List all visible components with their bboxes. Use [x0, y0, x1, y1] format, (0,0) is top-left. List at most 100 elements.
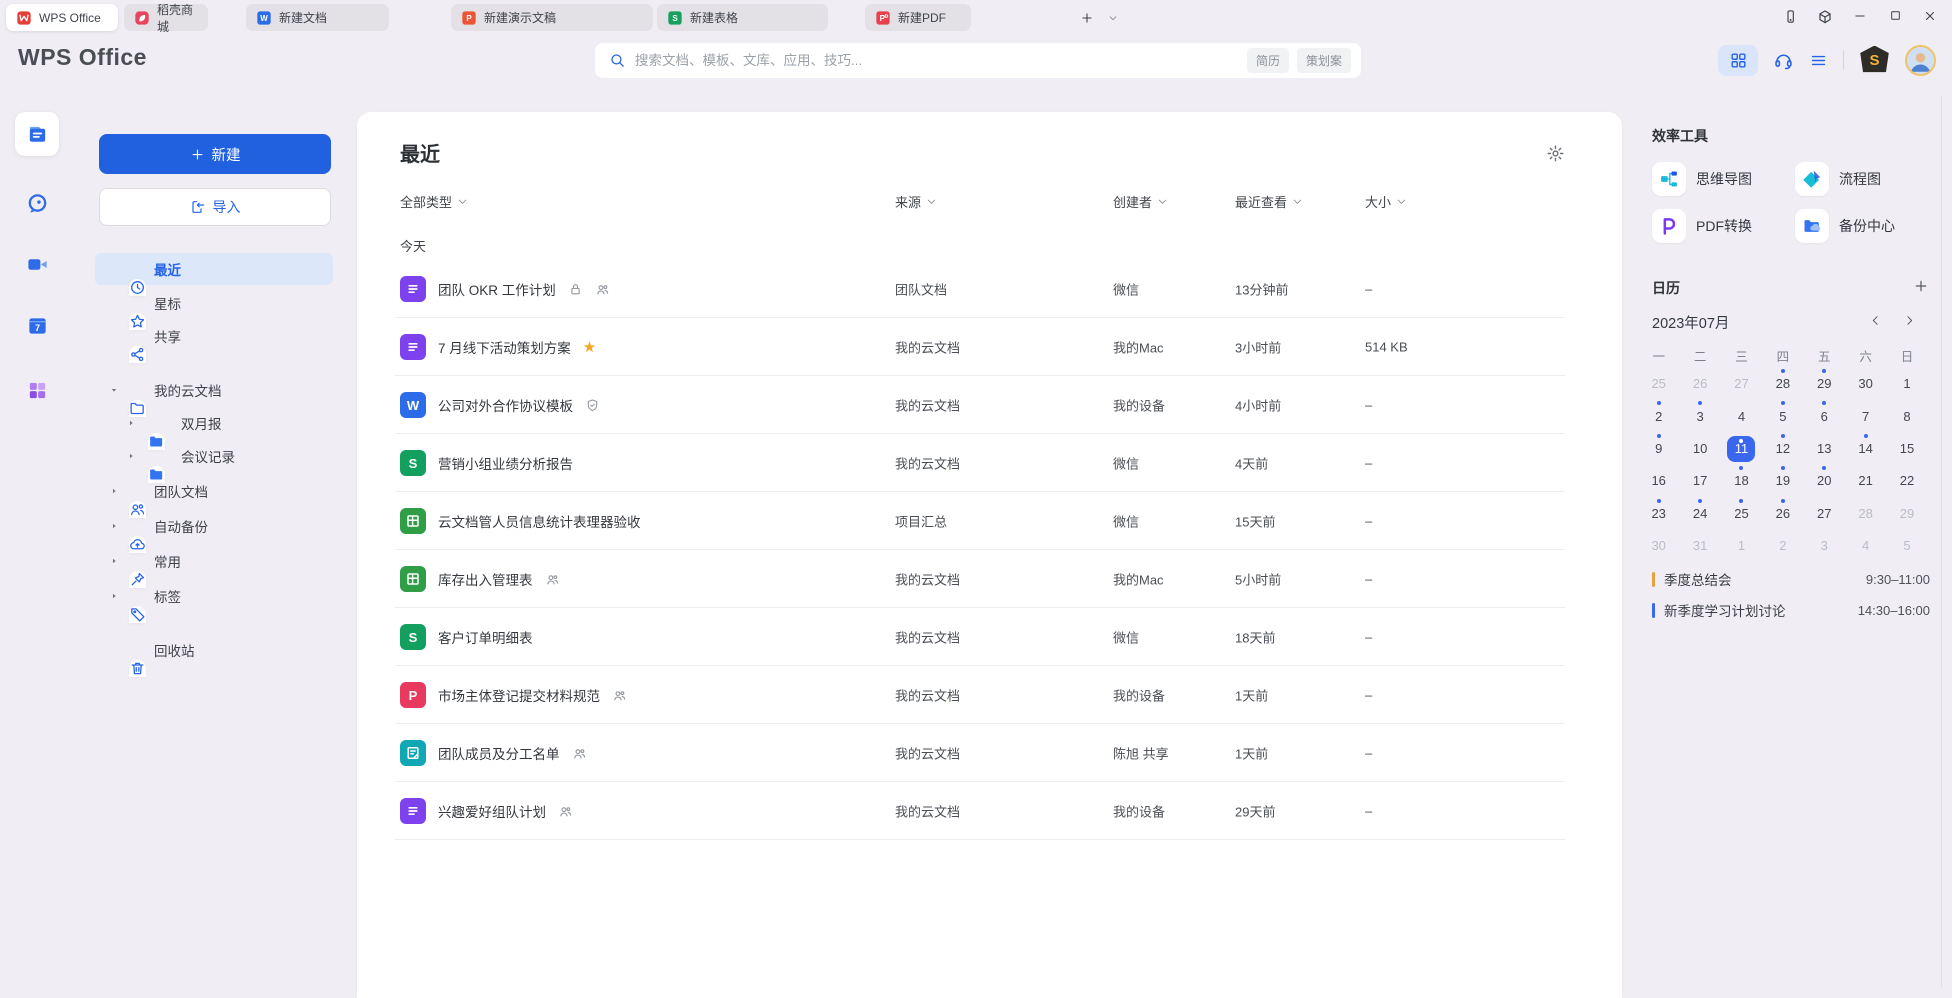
rail-item-apps[interactable]	[15, 368, 59, 412]
menu-button[interactable]	[1809, 51, 1828, 70]
calendar-day-29[interactable]: 29	[1886, 498, 1927, 530]
rail-item-calendar[interactable]: 7	[15, 303, 59, 347]
rail-item-meeting[interactable]	[15, 242, 59, 286]
maximize-button[interactable]	[1887, 9, 1903, 25]
calendar-day-5[interactable]: 5	[1886, 530, 1927, 562]
sidebar-item-team-docs[interactable]: 团队文档	[95, 475, 333, 507]
file-row[interactable]: 团队成员及分工名单我的云文档陈旭 共享1天前–	[357, 724, 1622, 782]
calendar-day-11[interactable]: 11	[1721, 433, 1762, 465]
calendar-day-12[interactable]: 12	[1762, 433, 1803, 465]
calendar-event[interactable]: 新季度学习计划讨论14:30–16:00	[1652, 597, 1930, 623]
calendar-day-4[interactable]: 4	[1845, 530, 1886, 562]
file-row[interactable]: 团队 OKR 工作计划团队文档微信13分钟前–	[357, 260, 1622, 318]
calendar-day-3[interactable]: 3	[1679, 400, 1720, 432]
file-row[interactable]: 兴趣爱好组队计划我的云文档我的设备29天前–	[357, 782, 1622, 840]
file-row[interactable]: S营销小组业绩分析报告我的云文档微信4天前–	[357, 434, 1622, 492]
calendar-day-3[interactable]: 3	[1804, 530, 1845, 562]
sidebar-item-meeting-notes[interactable]: 会议记录	[95, 440, 333, 472]
mobile-link-button[interactable]	[1782, 9, 1798, 25]
scrollbar-track[interactable]	[1941, 96, 1942, 988]
sidebar-item-shared[interactable]: 共享	[95, 320, 333, 352]
calendar-day-4[interactable]: 4	[1721, 400, 1762, 432]
calendar-day-27[interactable]: 27	[1804, 498, 1845, 530]
calendar-day-24[interactable]: 24	[1679, 498, 1720, 530]
calendar-day-2[interactable]: 2	[1638, 400, 1679, 432]
calendar-day-9[interactable]: 9	[1638, 433, 1679, 465]
sidebar-item-auto-backup[interactable]: 自动备份	[95, 510, 333, 542]
minimize-button[interactable]	[1852, 9, 1868, 25]
calendar-next-button[interactable]	[1902, 314, 1916, 328]
sidebar-item-starred[interactable]: 星标	[95, 287, 333, 319]
workspace-switch-button[interactable]	[1817, 9, 1833, 25]
calendar-day-23[interactable]: 23	[1638, 498, 1679, 530]
calendar-day-6[interactable]: 6	[1804, 400, 1845, 432]
support-button[interactable]	[1773, 50, 1794, 71]
calendar-day-1[interactable]: 1	[1886, 368, 1927, 400]
calendar-day-1[interactable]: 1	[1721, 530, 1762, 562]
add-event-button[interactable]	[1912, 278, 1930, 296]
calendar-day-28[interactable]: 28	[1762, 368, 1803, 400]
list-settings-button[interactable]	[1545, 144, 1565, 164]
calendar-day-17[interactable]: 17	[1679, 465, 1720, 497]
calendar-day-26[interactable]: 26	[1679, 368, 1720, 400]
sidebar-item-bimonthly-report[interactable]: 双月报	[95, 407, 333, 439]
tool-mind-map[interactable]: 思维导图	[1652, 162, 1752, 196]
user-avatar[interactable]	[1905, 45, 1936, 76]
calendar-day-25[interactable]: 25	[1638, 368, 1679, 400]
close-button[interactable]	[1922, 9, 1938, 25]
calendar-day-20[interactable]: 20	[1804, 465, 1845, 497]
calendar-prev-button[interactable]	[1868, 314, 1882, 328]
calendar-day-16[interactable]: 16	[1638, 465, 1679, 497]
search-tag[interactable]: 策划案	[1297, 48, 1351, 73]
filter-2[interactable]: 创建者	[1113, 192, 1168, 211]
file-row[interactable]: 云文档管人员信息统计表理器验收项目汇总微信15天前–	[357, 492, 1622, 550]
calendar-day-10[interactable]: 10	[1679, 433, 1720, 465]
calendar-day-22[interactable]: 22	[1886, 465, 1927, 497]
file-row[interactable]: P市场主体登记提交材料规范我的云文档我的设备1天前–	[357, 666, 1622, 724]
file-row[interactable]: W公司对外合作协议模板我的云文档我的设备4小时前–	[357, 376, 1622, 434]
rail-item-documents[interactable]	[15, 112, 59, 156]
new-tab-button[interactable]	[1076, 7, 1098, 29]
file-row[interactable]: S客户订单明细表我的云文档微信18天前–	[357, 608, 1622, 666]
search-input[interactable]	[635, 53, 1239, 68]
calendar-day-30[interactable]: 30	[1845, 368, 1886, 400]
calendar-day-31[interactable]: 31	[1679, 530, 1720, 562]
calendar-day-15[interactable]: 15	[1886, 433, 1927, 465]
tab-list-dropdown[interactable]	[1102, 7, 1124, 29]
calendar-day-21[interactable]: 21	[1845, 465, 1886, 497]
membership-badge[interactable]: S	[1859, 46, 1890, 75]
calendar-day-29[interactable]: 29	[1804, 368, 1845, 400]
sidebar-item-recent[interactable]: 最近	[95, 253, 333, 285]
apps-grid-button[interactable]	[1718, 45, 1758, 76]
calendar-day-18[interactable]: 18	[1721, 465, 1762, 497]
tab-docer-store[interactable]: 稻壳商城	[124, 4, 208, 31]
filter-3[interactable]: 最近查看	[1235, 192, 1303, 211]
search-tag[interactable]: 简历	[1247, 48, 1289, 73]
tab-new-spreadsheet[interactable]: S新建表格	[657, 4, 828, 31]
tool-pdf-convert[interactable]: PDF转换	[1652, 209, 1752, 243]
calendar-day-28[interactable]: 28	[1845, 498, 1886, 530]
calendar-day-8[interactable]: 8	[1886, 400, 1927, 432]
calendar-day-25[interactable]: 25	[1721, 498, 1762, 530]
calendar-day-5[interactable]: 5	[1762, 400, 1803, 432]
calendar-day-7[interactable]: 7	[1845, 400, 1886, 432]
sidebar-item-tags[interactable]: 标签	[95, 580, 333, 612]
calendar-event[interactable]: 季度总结会9:30–11:00	[1652, 566, 1930, 592]
calendar-day-14[interactable]: 14	[1845, 433, 1886, 465]
sidebar-item-recycle-bin[interactable]: 回收站	[95, 634, 333, 666]
file-row[interactable]: 库存出入管理表我的云文档我的Mac5小时前–	[357, 550, 1622, 608]
calendar-day-19[interactable]: 19	[1762, 465, 1803, 497]
sidebar-item-my-cloud-docs[interactable]: 我的云文档	[95, 374, 333, 406]
filter-4[interactable]: 大小	[1365, 192, 1407, 211]
tab-new-pdf[interactable]: P新建PDF	[865, 4, 971, 31]
sidebar-item-frequent[interactable]: 常用	[95, 545, 333, 577]
filter-1[interactable]: 来源	[895, 192, 937, 211]
calendar-day-30[interactable]: 30	[1638, 530, 1679, 562]
tab-new-presentation[interactable]: P新建演示文稿	[451, 4, 653, 31]
rail-item-messages[interactable]	[15, 181, 59, 225]
calendar-day-13[interactable]: 13	[1804, 433, 1845, 465]
filter-0[interactable]: 全部类型	[400, 192, 468, 211]
tab-wps-office[interactable]: WPS Office	[6, 4, 118, 31]
tool-flowchart[interactable]: 流程图	[1795, 162, 1881, 196]
tab-new-document[interactable]: W新建文档	[246, 4, 389, 31]
